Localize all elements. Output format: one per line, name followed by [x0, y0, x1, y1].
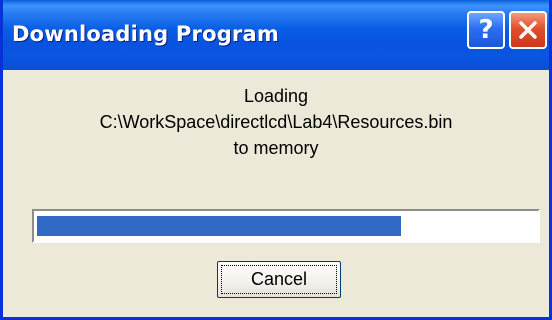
download-dialog: Downloading Program ? Loading C:\WorkSpa…	[0, 0, 552, 320]
status-line-destination: to memory	[233, 138, 319, 158]
close-button[interactable]	[509, 11, 547, 49]
status-line-file-path: C:\WorkSpace\directlcd\Lab4\Resources.bi…	[99, 112, 453, 132]
help-icon: ?	[478, 15, 494, 45]
window-title: Downloading Program	[12, 22, 279, 46]
cancel-button[interactable]: Cancel	[217, 261, 341, 298]
title-bar[interactable]: Downloading Program ?	[3, 0, 549, 70]
status-line-loading: Loading	[243, 86, 309, 106]
progress-bar	[32, 209, 540, 243]
close-icon	[519, 21, 537, 39]
progress-bar-fill	[37, 216, 401, 236]
help-button[interactable]: ?	[467, 11, 505, 49]
